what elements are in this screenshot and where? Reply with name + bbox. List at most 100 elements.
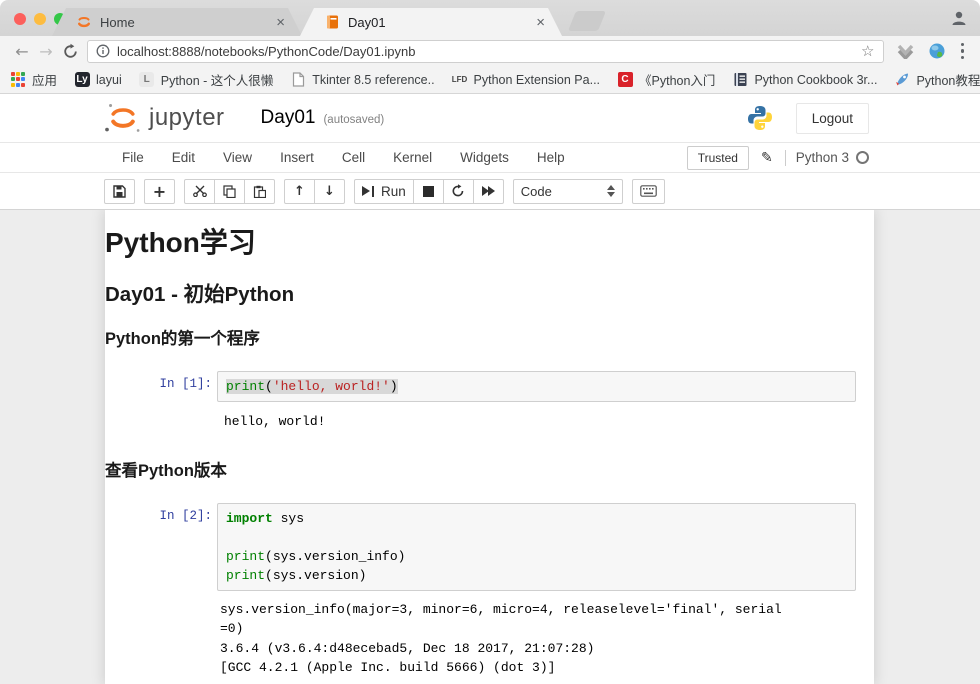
tab-day01-close-icon[interactable]: × [533,14,548,31]
notebook-title[interactable]: Day01 [261,107,316,129]
trusted-badge[interactable]: Trusted [687,146,749,170]
heading-check-version[interactable]: 查看Python版本 [105,462,874,481]
browser-address-row: ← → localhost:8888/notebooks/PythonCode/… [0,36,980,66]
paste-icon [253,185,266,198]
globe-extension-icon[interactable] [928,42,946,60]
bookmark-label: Tkinter 8.5 reference.. [312,73,434,87]
heading-python-study[interactable]: Python学习 [105,228,874,259]
lfd-text-icon: LFD [452,72,468,88]
tab-home-label: Home [100,15,273,30]
kernel-status-icon [856,151,869,164]
notebook-menubar: File Edit View Insert Cell Kernel Widget… [0,142,980,173]
edit-mode-pencil-icon: ✎ [761,150,773,166]
extension-chevron-icon[interactable] [897,44,914,59]
heading-day01[interactable]: Day01 - 初始Python [105,283,874,307]
bookmark-label: layui [96,73,122,87]
cell-type-value: Code [521,184,552,199]
url-bar[interactable]: localhost:8888/notebooks/PythonCode/Day0… [87,40,884,63]
code-cell-2[interactable]: In [2]: import sys print(sys.version_inf… [113,497,862,684]
bookmark-label: Python Extension Pa... [474,73,600,87]
new-tab-button[interactable] [568,11,606,31]
notebook-container: Python学习 Day01 - 初始Python Python的第一个程序 I… [105,210,874,684]
bookmark-item-python-extension[interactable]: LFD Python Extension Pa... [452,72,600,88]
command-palette-button[interactable] [632,179,665,204]
divider [785,150,786,166]
cell-output-1: hello, world! [221,410,790,432]
cell-type-select[interactable]: Code [513,179,623,204]
csdn-c-icon: C [617,72,633,88]
browser-menu-icon[interactable] [961,43,965,60]
move-cell-down-button[interactable]: ↓ [314,179,345,204]
bookmark-label: 《Python入门 [639,70,715,89]
bookmark-item-tkinter[interactable]: Tkinter 8.5 reference.. [290,72,434,88]
notebook-book-favicon-icon [324,14,340,30]
profile-icon[interactable] [950,9,968,27]
bookmark-label: 应用 [32,70,57,89]
keyboard-icon [640,185,657,197]
cut-cell-button[interactable] [184,179,215,204]
forward-button[interactable]: → [34,42,58,61]
tab-home[interactable]: Home × [52,8,302,36]
bookmark-item-apps[interactable]: 应用 [10,70,57,89]
cell-output-2: sys.version_info(major=3, minor=6, micro… [217,598,786,678]
arrow-up-icon: ↑ [294,184,305,199]
menu-item-file[interactable]: File [110,150,158,165]
stop-icon [423,186,434,197]
restart-run-all-button[interactable] [473,179,504,204]
layui-icon: Ly [74,72,90,88]
notebook-toolbar: + [0,173,980,210]
menu-item-kernel[interactable]: Kernel [379,150,446,165]
reload-button[interactable] [62,43,79,60]
autosave-status: (autosaved) [323,110,384,126]
kernel-name: Python 3 [796,150,849,165]
output-prompt [119,598,217,678]
restart-icon [451,184,465,198]
copy-icon [223,185,236,198]
browser-tab-bar: Home × Day01 × [0,0,980,36]
bookmark-item-python-blog[interactable]: L Python - 这个人很懒 [139,70,274,89]
back-button[interactable]: ← [10,42,34,61]
site-info-icon[interactable] [96,44,110,58]
notebook-body: Python学习 Day01 - 初始Python Python的第一个程序 I… [0,210,980,684]
code-input-1[interactable]: print('hello, world!') [217,371,856,402]
restart-kernel-button[interactable] [443,179,474,204]
logout-button[interactable]: Logout [796,103,869,134]
tab-day01[interactable]: Day01 × [300,8,562,36]
menu-item-edit[interactable]: Edit [158,150,209,165]
paste-cell-button[interactable] [244,179,275,204]
code-input-2[interactable]: import sys print(sys.version_info)print(… [217,503,856,591]
menu-item-help[interactable]: Help [523,150,579,165]
interrupt-kernel-button[interactable] [413,179,444,204]
letter-l-icon: L [139,72,155,88]
copy-cell-button[interactable] [214,179,245,204]
bookmark-label: Python Cookbook 3r... [754,73,877,87]
menu-item-insert[interactable]: Insert [266,150,328,165]
menu-item-cell[interactable]: Cell [328,150,379,165]
input-prompt: In [1]: [119,371,217,402]
bookmark-label: Python - 这个人很懒 [161,70,274,89]
menu-item-view[interactable]: View [209,150,266,165]
bookmark-item-python-tutorial[interactable]: Python教程 [894,70,980,89]
browser-window: Home × Day01 × ← → [0,0,980,684]
add-cell-button[interactable]: + [144,179,175,204]
tab-home-close-icon[interactable]: × [273,14,288,31]
url-text[interactable]: localhost:8888/notebooks/PythonCode/Day0… [117,44,416,59]
bookmark-item-cookbook[interactable]: Python Cookbook 3r... [732,72,877,88]
bookmark-item-python-intro[interactable]: C 《Python入门 [617,70,715,89]
menu-item-widgets[interactable]: Widgets [446,150,523,165]
minimize-window-button[interactable] [34,13,46,25]
bookmark-star-icon[interactable]: ☆ [861,42,874,60]
bookmark-item-layui[interactable]: Ly layui [74,72,122,88]
jupyter-wordmark[interactable]: jupyter [149,104,225,132]
run-cell-button[interactable]: Run [354,179,414,204]
close-window-button[interactable] [14,13,26,25]
code-cell-1[interactable]: In [1]: print('hello, world!') hello, wo… [113,365,862,438]
heading-first-program[interactable]: Python的第一个程序 [105,330,874,349]
plus-icon: + [153,182,166,201]
scissors-icon [193,185,207,197]
tab-day01-label: Day01 [348,15,533,30]
python-logo-icon [746,104,774,132]
move-cell-up-button[interactable]: ↑ [284,179,315,204]
save-button[interactable] [104,179,135,204]
jupyter-logo-icon[interactable] [103,102,143,134]
